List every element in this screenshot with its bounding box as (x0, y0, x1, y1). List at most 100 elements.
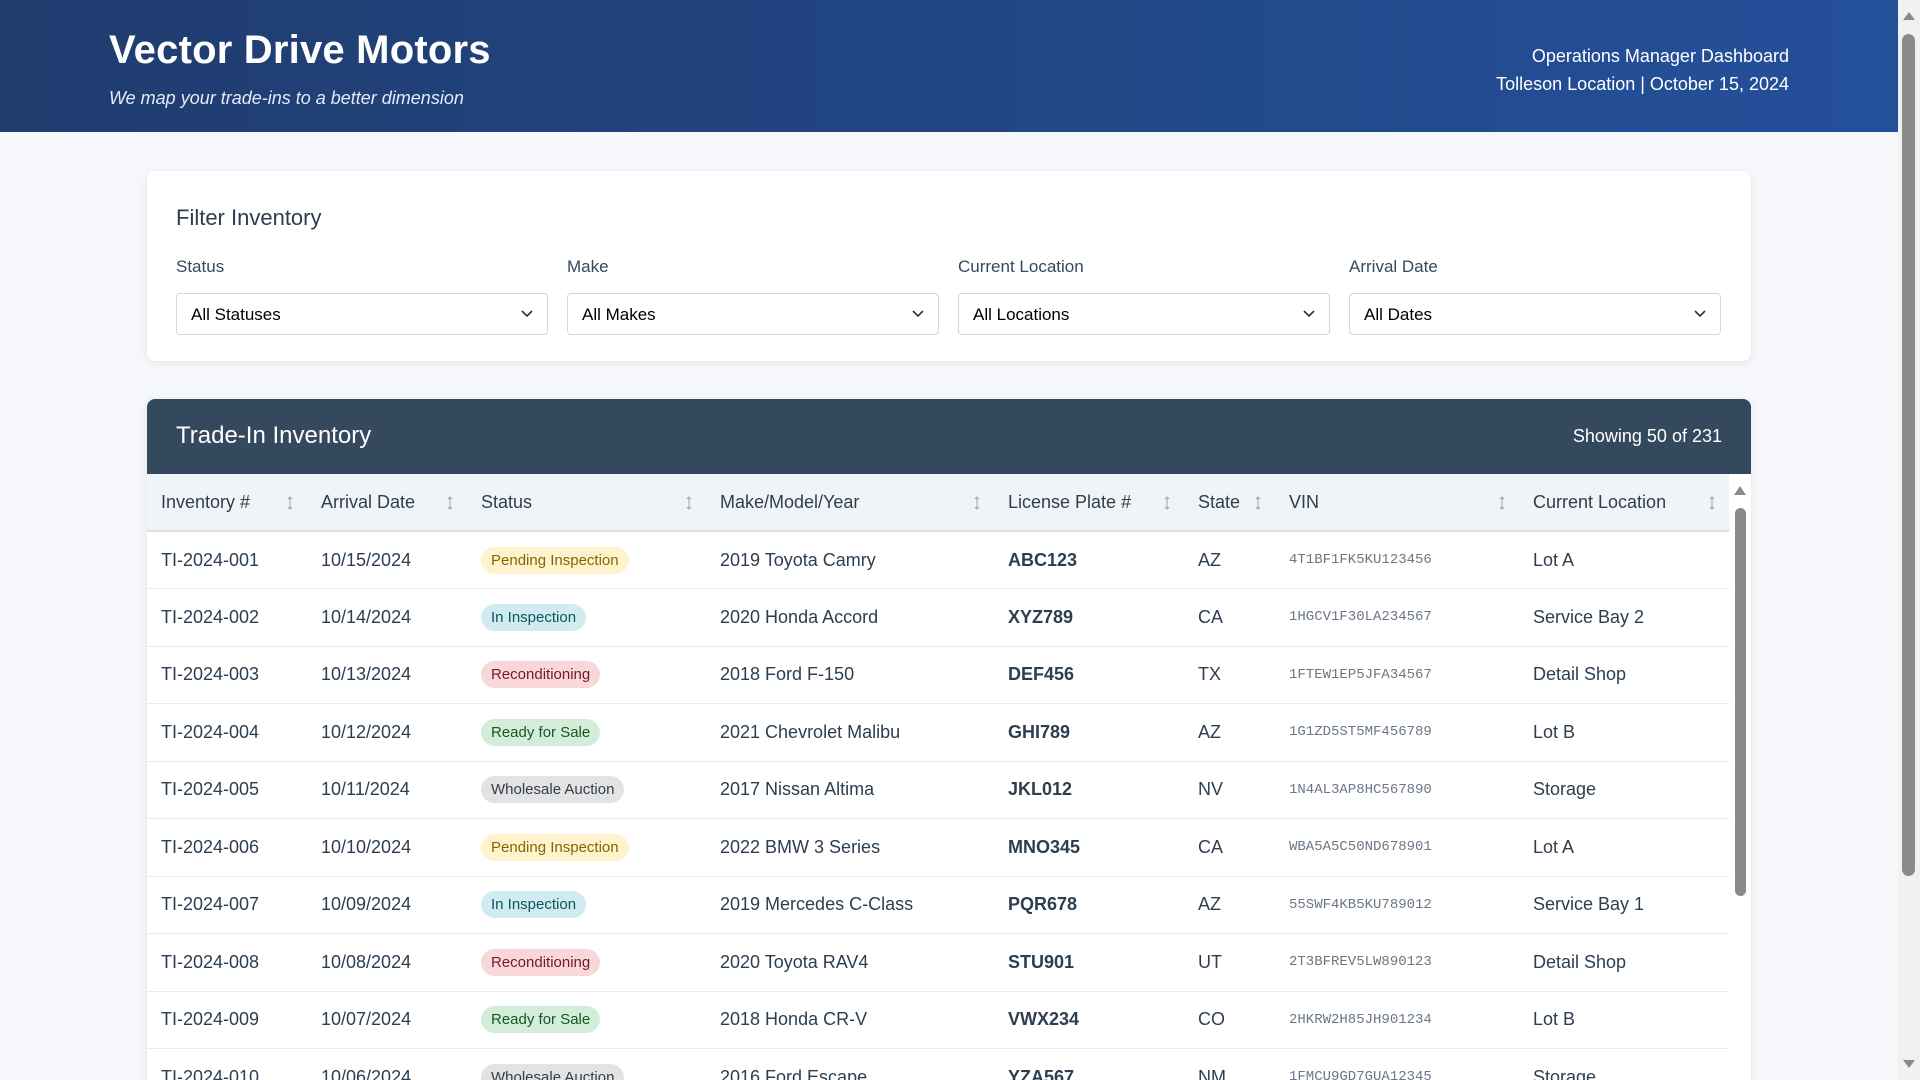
status-filter-select[interactable]: All Statuses (176, 293, 548, 335)
table-row[interactable]: TI-2024-001 10/15/2024 Pending Inspection 2… (147, 531, 1729, 589)
column-header-arrival-date[interactable]: Arrival Date (307, 474, 467, 531)
vin-cell: 1HGCV1F30LA234567 (1289, 609, 1432, 626)
arrival-date-cell: 10/06/2024 (321, 1066, 412, 1080)
column-header-status[interactable]: Status (467, 474, 706, 531)
state-cell: UT (1198, 951, 1222, 972)
table-row[interactable]: TI-2024-009 10/07/2024 Ready for Sale 2018 … (147, 991, 1729, 1049)
inventory-table: Inventory # Arrival Date Status Make/Model/… (147, 474, 1729, 1080)
sort-icon[interactable] (1497, 496, 1507, 510)
column-header-license-plate[interactable]: License Plate # (994, 474, 1184, 531)
status-filter-value: All Statuses (191, 305, 281, 324)
location-filter-label: Current Location (958, 257, 1084, 276)
vin-cell: 2HKRW2H85JH901234 (1289, 1011, 1432, 1028)
date-filter-value: All Dates (1364, 305, 1433, 324)
table-header-row: Inventory # Arrival Date Status Make/Model/… (147, 474, 1729, 531)
inventory-number-cell: TI-2024-008 (161, 951, 260, 972)
column-header-make-model-year[interactable]: Make/Model/Year (706, 474, 994, 531)
sort-icon[interactable] (445, 496, 455, 510)
scroll-up-arrow-icon[interactable] (1734, 486, 1746, 495)
inventory-number-cell: TI-2024-009 (161, 1009, 260, 1030)
column-header-label: State (1198, 491, 1241, 512)
vin-cell: 1G1ZD5ST5MF456789 (1289, 724, 1432, 741)
current-location-cell: Detail Shop (1533, 664, 1627, 685)
location-filter-value: All Locations (973, 305, 1070, 324)
table-row[interactable]: TI-2024-007 10/09/2024 In Inspection 2019 M… (147, 876, 1729, 934)
column-header-inventory[interactable]: Inventory # (147, 474, 307, 531)
column-header-label: Current Location (1533, 491, 1667, 512)
inventory-number-cell: TI-2024-001 (161, 549, 260, 570)
chevron-down-icon (912, 310, 924, 318)
chevron-down-icon (1303, 310, 1315, 318)
make-model-year-cell: 2020 Toyota RAV4 (720, 951, 869, 972)
vin-cell: 1FTEW1EP5JFA34567 (1289, 666, 1432, 683)
chevron-down-icon (521, 310, 533, 318)
make-model-year-cell: 2018 Honda CR-V (720, 1009, 868, 1030)
inventory-number-cell: TI-2024-003 (161, 664, 260, 685)
current-location-cell: Lot A (1533, 836, 1575, 857)
current-location-cell: Detail Shop (1533, 951, 1627, 972)
table-row[interactable]: TI-2024-006 10/10/2024 Pending Inspection 2… (147, 819, 1729, 876)
sort-icon[interactable] (972, 496, 982, 510)
current-location-cell: Service Bay 1 (1533, 894, 1645, 915)
inventory-header: Trade-In Inventory Showing 50 of 231 (147, 399, 1751, 474)
vin-cell: 55SWF4KB5KU789012 (1289, 896, 1432, 913)
current-location-cell: Storage (1533, 779, 1597, 800)
make-filter-value: All Makes (582, 305, 656, 324)
table-row[interactable]: TI-2024-005 10/11/2024 Wholesale Auction 20… (147, 761, 1729, 819)
vin-cell: 4T1BF1FK5KU123456 (1289, 552, 1432, 568)
status-badge: Reconditioning (481, 661, 601, 689)
inventory-panel: Trade-In Inventory Showing 50 of 231 Inv… (147, 399, 1751, 1080)
current-location-cell: Lot B (1533, 1009, 1576, 1030)
sort-icon[interactable] (684, 496, 694, 510)
page-scrollbar[interactable] (1898, 0, 1920, 1080)
date-filter-select[interactable]: All Dates (1349, 293, 1721, 335)
column-header-state[interactable]: State (1184, 474, 1275, 531)
page-scrollbar-thumb[interactable] (1902, 34, 1915, 876)
status-filter-group: Status All Statuses (176, 257, 548, 335)
state-cell: CO (1198, 1009, 1225, 1030)
license-plate-cell: YZA567 (1008, 1066, 1075, 1080)
current-location-cell: Service Bay 2 (1533, 606, 1645, 627)
license-plate-cell: PQR678 (1008, 894, 1078, 915)
state-cell: NV (1198, 779, 1224, 800)
table-row[interactable]: TI-2024-010 10/06/2024 Wholesale Auction 20… (147, 1049, 1729, 1080)
table-row[interactable]: TI-2024-008 10/08/2024 Reconditioning 2020 … (147, 934, 1729, 991)
table-row[interactable]: TI-2024-002 10/14/2024 In Inspection 2020 H… (147, 589, 1729, 647)
arrival-date-cell: 10/14/2024 (321, 606, 412, 627)
sort-icon[interactable] (1162, 496, 1172, 510)
column-header-current-location[interactable]: Current Location (1519, 474, 1729, 531)
column-header-label: Inventory # (161, 491, 251, 512)
vin-cell: 2T3BFREV5LW890123 (1289, 954, 1432, 971)
sort-icon[interactable] (1707, 496, 1717, 510)
table-row[interactable]: TI-2024-003 10/13/2024 Reconditioning 2018 … (147, 646, 1729, 704)
filter-title: Filter Inventory (176, 205, 322, 230)
table-row[interactable]: TI-2024-004 10/12/2024 Ready for Sale 2021 … (147, 704, 1729, 761)
make-model-year-cell: 2020 Honda Accord (720, 606, 879, 627)
status-badge: In Inspection (481, 891, 587, 919)
license-plate-cell: GHI789 (1008, 721, 1071, 742)
status-badge: Ready for Sale (481, 1006, 601, 1034)
sort-icon[interactable] (285, 496, 295, 510)
license-plate-cell: XYZ789 (1008, 606, 1074, 627)
license-plate-cell: JKL012 (1008, 779, 1073, 800)
page-scroll-up-arrow-icon[interactable] (1903, 12, 1915, 20)
date-filter-group: Arrival Date All Dates (1349, 257, 1721, 335)
sort-icon[interactable] (1253, 496, 1263, 510)
arrival-date-cell: 10/11/2024 (321, 779, 410, 800)
location-filter-select[interactable]: All Locations (958, 293, 1330, 335)
make-filter-label: Make (567, 257, 609, 276)
page-scroll-down-arrow-icon[interactable] (1903, 1060, 1915, 1068)
state-cell: AZ (1198, 721, 1222, 742)
table-scrollbar-thumb[interactable] (1735, 508, 1746, 896)
license-plate-cell: MNO345 (1008, 836, 1081, 857)
column-header-vin[interactable]: VIN (1275, 474, 1519, 531)
status-cell: In Inspection (467, 589, 706, 647)
state-cell: CA (1198, 836, 1224, 857)
status-cell: Reconditioning (467, 646, 706, 704)
license-plate-cell: STU901 (1008, 951, 1075, 972)
arrival-date-cell: 10/15/2024 (321, 549, 412, 570)
brand-title: Vector Drive Motors (109, 28, 491, 72)
table-scrollbar[interactable] (1729, 474, 1751, 1080)
make-filter-select[interactable]: All Makes (567, 293, 939, 335)
make-model-year-cell: 2018 Ford F-150 (720, 664, 855, 685)
